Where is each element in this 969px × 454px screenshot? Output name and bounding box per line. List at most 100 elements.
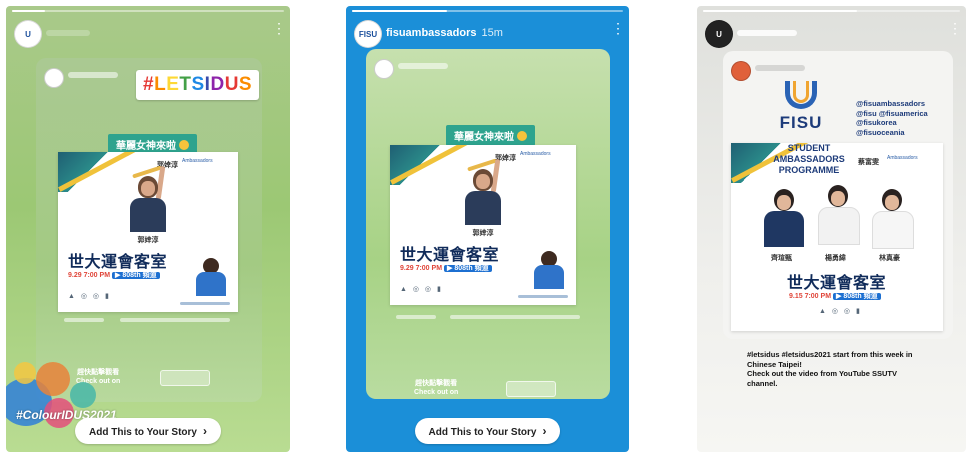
poster-logo-text: Ambassadors (520, 151, 551, 157)
reposted-story-card[interactable]: FISU @fisuambassadors @fisu @fisuamerica… (723, 51, 953, 339)
fisu-logo: FISU (771, 81, 831, 137)
story-panel-3[interactable]: U ⋮ FISU @fisuambassadors @fisu @fisuame… (697, 6, 966, 452)
fisu-wordmark: FISU (779, 113, 823, 132)
reposted-story-card[interactable]: 華麗女神來啦 郭婞淳 Ambassadors 郭婞淳 世大運會客室 9.29 7… (366, 49, 610, 399)
social-icons-row: ▲ ◎ ◎ ▮ (400, 286, 443, 293)
athlete-photo (126, 165, 170, 232)
caption-line: channel. (747, 378, 778, 388)
athlete-name: 郭婞淳 (137, 237, 159, 244)
blurred-caption (120, 318, 230, 322)
poster-host-name: 蔡富雯 (858, 159, 879, 166)
account-avatar[interactable]: U (705, 20, 733, 48)
more-options-icon[interactable]: ⋮ (611, 21, 625, 35)
blurred-caption (396, 315, 436, 319)
reposted-account-avatar (731, 61, 751, 81)
mention-handle[interactable]: @fisuoceania (856, 128, 928, 138)
youtube-link-sticker[interactable] (506, 381, 556, 397)
reposted-account-name-blurred (68, 72, 118, 78)
youtube-link-sticker[interactable] (160, 370, 210, 386)
mention-handle[interactable]: @fisu @fisuamerica (856, 109, 928, 119)
hashtag-sticker[interactable]: #LETSIDUS (136, 70, 260, 100)
avatar-text: FISU (358, 29, 378, 39)
hashtag-letter: U (224, 74, 239, 95)
more-options-icon[interactable]: ⋮ (272, 21, 286, 35)
blurred-caption (64, 318, 104, 322)
account-name-blurred[interactable] (46, 30, 90, 36)
poster-title: 世大運會客室 (68, 254, 168, 271)
poster-date-text: 9.15 7:00 PM (789, 293, 832, 300)
reposted-account-avatar (374, 59, 394, 79)
fisu-logo-mark-inner (793, 81, 809, 103)
mention-handle[interactable]: @fisuambassadors (856, 99, 928, 109)
story-panel-1[interactable]: U ⋮ #LETSIDUS 華麗女神來啦 郭婞淳 Ambassadors 郭婞淳… (6, 6, 290, 452)
hashtag-letter: T (179, 74, 192, 95)
avatar-text: U (25, 29, 31, 39)
social-icons-row: ▲ ◎ ◎ ▮ (819, 308, 862, 315)
hashtag-letter: S (238, 74, 253, 95)
add-to-story-button[interactable]: Add This to Your Story › (75, 418, 221, 444)
person-photo (869, 187, 915, 249)
poster-channel-chip: ▶ 808th 頻道 (112, 272, 160, 279)
more-options-icon[interactable]: ⋮ (948, 21, 962, 35)
add-to-story-label: Add This to Your Story (428, 427, 537, 438)
story-panel-2[interactable]: FISU fisuambassadors 15m ⋮ 華麗女神來啦 郭婞淳 Amb… (346, 6, 629, 452)
account-name-blurred[interactable] (737, 30, 797, 36)
poster-logo-text: Ambassadors (887, 155, 918, 161)
programme-line: AMBASSADORS (773, 154, 845, 164)
event-poster: 郭婞淳 Ambassadors 郭婞淳 世大運會客室 9.29 7:00 PM ▶… (390, 145, 576, 305)
checkout-line-2: Check out on (414, 389, 459, 396)
story-caption: #letsidus #letsidus2021 start from this … (747, 350, 957, 388)
reposted-account-avatar (44, 68, 64, 88)
poster-logo-text: Ambassadors (182, 158, 213, 164)
story-progress-bar (352, 10, 623, 12)
add-to-story-button[interactable]: Add This to Your Story › (414, 418, 561, 444)
highlight-tag-text: 華麗女神來啦 (454, 132, 514, 143)
host-photo (532, 251, 566, 289)
checkout-line-1: 趕快點擊觀看 (77, 369, 120, 376)
avatar-text: U (716, 29, 722, 39)
poster-date-text: 9.29 7:00 PM (68, 272, 111, 279)
hashtag-letter: # (143, 74, 155, 95)
person-photo (815, 183, 861, 245)
account-name[interactable]: fisuambassadors 15m (386, 27, 503, 39)
story-progress-fill (352, 10, 447, 12)
poster-date-text: 9.29 7:00 PM (400, 265, 443, 272)
emoji-icon (517, 131, 527, 141)
mention-handle[interactable]: @fisukorea (856, 118, 928, 128)
mention-handles: @fisuambassadors @fisu @fisuamerica @fis… (856, 99, 928, 137)
poster-channel-chip: ▶ 808th 頻道 (833, 293, 881, 300)
reposted-story-card[interactable]: #LETSIDUS 華麗女神來啦 郭婞淳 Ambassadors 郭婞淳 世大運… (36, 58, 262, 402)
story-timestamp: 15m (481, 27, 503, 39)
emoji-icon (179, 140, 189, 150)
poster-channel-chip: ▶ 808th 頻道 (444, 265, 492, 272)
athlete-name: 郭婞淳 (472, 230, 494, 237)
hashtag-letter: E (166, 74, 180, 95)
poster-date: 9.29 7:00 PM ▶ 808th 頻道 (68, 270, 160, 280)
reposted-account-name-blurred (755, 65, 805, 71)
person-name: 林真豪 (879, 255, 900, 262)
chevron-right-icon: › (202, 424, 207, 438)
story-progress-fill (12, 10, 45, 12)
person-name: 楊勇緯 (825, 255, 846, 262)
person-name: 齊瑄甄 (771, 255, 792, 262)
paint-splash (70, 382, 96, 408)
account-name-text: fisuambassadors (386, 27, 477, 39)
paint-splash (36, 362, 70, 396)
event-poster: 郭婞淳 Ambassadors 郭婞淳 世大運會客室 9.29 7:00 PM ▶… (58, 152, 238, 312)
poster-title: 世大運會客室 (787, 275, 887, 292)
programme-line: STUDENT (787, 143, 831, 153)
host-photo (194, 258, 228, 296)
add-to-story-label: Add This to Your Story (89, 427, 197, 438)
poster-date: 9.29 7:00 PM ▶ 808th 頻道 (400, 263, 492, 273)
checkout-line-1: 趕快點擊觀看 (415, 380, 458, 387)
hashtag-letter: D (210, 74, 225, 95)
programme-label: STUDENT AMBASSADORS PROGRAMME (773, 143, 845, 176)
highlight-tag-text: 華麗女神來啦 (116, 141, 176, 152)
story-progress-fill (703, 10, 858, 12)
hashtag-letter: L (154, 74, 167, 95)
highlight-tag: 華麗女神來啦 (446, 125, 535, 146)
account-avatar[interactable]: FISU (354, 20, 382, 48)
caption-line: Chinese Taipei! (747, 359, 802, 369)
chevron-right-icon: › (542, 424, 547, 438)
account-avatar[interactable]: U (14, 20, 42, 48)
